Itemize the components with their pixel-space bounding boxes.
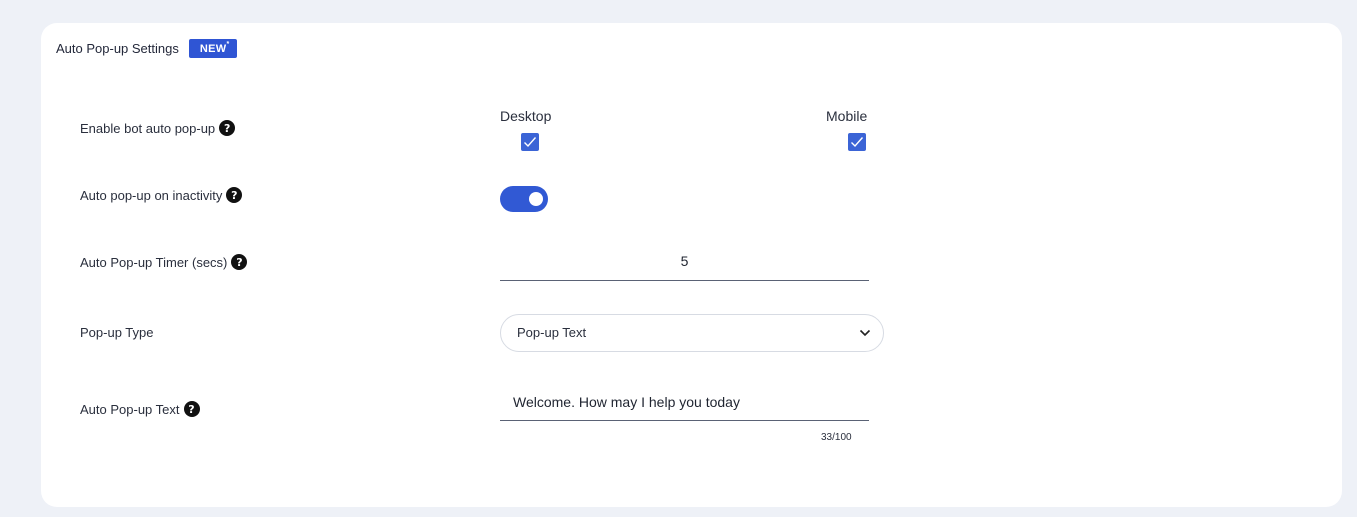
toggle-knob [529, 192, 543, 206]
popup-type-select[interactable]: Pop-up Text [500, 314, 884, 352]
help-icon[interactable]: ? [226, 187, 243, 203]
new-badge-text: NEW [199, 43, 227, 55]
popup-type-label-row: Pop-up Type [80, 325, 153, 340]
inactivity-label: Auto pop-up on inactivity [80, 187, 223, 203]
popup-text-input[interactable]: Welcome. How may I help you today [500, 389, 869, 421]
card-title: Auto Pop-up Settings [56, 41, 179, 56]
popup-text-label: Auto Pop-up Text [80, 401, 180, 417]
desktop-label: Desktop [500, 108, 552, 124]
popup-type-label: Pop-up Type [80, 325, 154, 340]
help-icon[interactable]: ? [231, 254, 248, 270]
card-header: Auto Pop-up Settings NEW* [56, 39, 238, 58]
inactivity-label-row: Auto pop-up on inactivity ? [80, 187, 243, 203]
character-counter: 33/100 [821, 432, 852, 443]
chevron-down-icon [859, 329, 871, 337]
popup-text-label-row: Auto Pop-up Text ? [80, 401, 200, 417]
timer-label: Auto Pop-up Timer (secs) [80, 254, 228, 270]
timer-input[interactable]: 5 [500, 249, 869, 281]
check-icon [851, 137, 864, 148]
mobile-checkbox[interactable] [848, 133, 866, 151]
enable-popup-label: Enable bot auto pop-up [80, 120, 216, 136]
new-badge: NEW* [188, 39, 238, 58]
auto-popup-settings-card: Auto Pop-up Settings NEW* Enable bot aut… [41, 23, 1342, 507]
help-icon[interactable]: ? [219, 120, 236, 136]
new-badge-star: * [226, 41, 230, 48]
help-icon[interactable]: ? [183, 401, 200, 417]
mobile-label: Mobile [826, 108, 868, 124]
check-icon [524, 137, 537, 148]
popup-type-value: Pop-up Text [517, 325, 587, 340]
timer-label-row: Auto Pop-up Timer (secs) ? [80, 254, 248, 270]
desktop-checkbox[interactable] [521, 133, 539, 151]
enable-popup-label-row: Enable bot auto pop-up ? [80, 120, 236, 136]
inactivity-toggle[interactable] [500, 186, 548, 212]
